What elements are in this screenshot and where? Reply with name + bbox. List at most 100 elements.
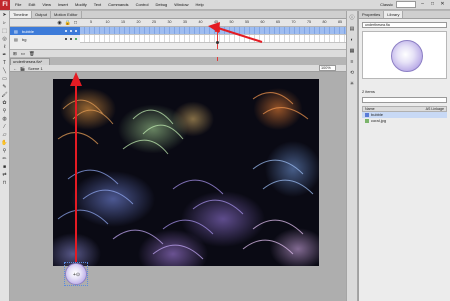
- timeline-panel: Timeline Output Motion Editor ◉ 🔒 □ 5 10 1…: [10, 11, 346, 61]
- eraser-tool-icon[interactable]: ▱: [1, 132, 9, 139]
- new-folder-icon[interactable]: ▭: [21, 51, 25, 57]
- eyedropper-tool-icon[interactable]: ⁄: [1, 124, 9, 131]
- library-preview: [362, 31, 447, 79]
- swap-colors-icon[interactable]: ⇄: [1, 172, 9, 179]
- bitmap-icon: [365, 119, 369, 123]
- menu-help[interactable]: Help: [196, 2, 204, 7]
- scene-label[interactable]: Scene 1: [28, 66, 43, 71]
- selection-tool-icon[interactable]: ➤: [1, 12, 9, 19]
- library-item-name: coral.jpg: [371, 118, 387, 123]
- new-layer-icon[interactable]: ⊞: [13, 51, 17, 57]
- layer-icon: ▤: [14, 36, 18, 42]
- stage-coral-image: [53, 79, 319, 266]
- hand-tool-icon[interactable]: ✋: [1, 140, 9, 147]
- outline-icon[interactable]: □: [74, 20, 77, 26]
- library-item-count: 2 items: [362, 89, 375, 94]
- actions-icon[interactable]: ✳: [348, 80, 356, 88]
- app-logo: Fl: [0, 0, 10, 10]
- library-tabs: Properties Library: [359, 11, 450, 19]
- annotation-arrowhead-up: [70, 72, 82, 86]
- bone-tool-icon[interactable]: ⚲: [1, 108, 9, 115]
- menu-commands[interactable]: Commands: [108, 2, 128, 7]
- brush-tool-icon[interactable]: 🖌: [1, 92, 9, 99]
- zoom-tool-icon[interactable]: ⚲: [1, 148, 9, 155]
- deco-tool-icon[interactable]: ✿: [1, 100, 9, 107]
- ruler-tick: 40: [198, 20, 203, 24]
- stroke-color-icon[interactable]: ✏: [1, 156, 9, 163]
- 3d-rotation-tool-icon[interactable]: ◎: [1, 36, 9, 43]
- rectangle-tool-icon[interactable]: ▭: [1, 76, 9, 83]
- eye-icon[interactable]: ◉: [57, 20, 61, 26]
- tab-timeline[interactable]: Timeline: [10, 11, 32, 18]
- close-button[interactable]: ✕: [439, 1, 446, 8]
- layer-bubble[interactable]: ▤ bubble: [10, 27, 80, 35]
- menu-bar: Fl File Edit View Insert Modify Text Com…: [0, 0, 450, 10]
- ruler-tick: 15: [121, 20, 125, 24]
- menu-control[interactable]: Control: [136, 2, 149, 7]
- fill-color-icon[interactable]: ■: [1, 164, 9, 171]
- panel-dock: ⓘ ▤ ◐ ▦ ≡ ⟲ ✳: [346, 11, 358, 301]
- preview-bubble: [391, 40, 423, 72]
- free-transform-tool-icon[interactable]: ⬚: [1, 28, 9, 35]
- ruler-tick: 65: [276, 20, 280, 24]
- maximize-button[interactable]: □: [429, 1, 436, 8]
- menu-insert[interactable]: Insert: [58, 2, 68, 7]
- scene-icon: 🎬: [20, 65, 25, 71]
- align-icon[interactable]: ≡: [348, 58, 356, 66]
- zoom-select[interactable]: 100%: [319, 65, 336, 71]
- pen-tool-icon[interactable]: ✒: [1, 52, 9, 59]
- back-arrow-icon[interactable]: ←: [13, 66, 17, 71]
- help-search-input[interactable]: [396, 1, 416, 8]
- header-linkage[interactable]: AS Linkage: [426, 107, 444, 111]
- layer-header: ◉ 🔒 □: [10, 19, 80, 27]
- edit-bar: ← 🎬 Scene 1 100%: [10, 65, 346, 72]
- lasso-tool-icon[interactable]: ℓ: [1, 44, 9, 51]
- menu-file[interactable]: File: [15, 2, 21, 7]
- layer-toggles[interactable]: [65, 30, 77, 32]
- workspace-switcher[interactable]: Classic: [380, 2, 393, 7]
- ruler-tick: 35: [183, 20, 187, 24]
- properties-icon[interactable]: ⓘ: [348, 14, 356, 22]
- text-tool-icon[interactable]: T: [1, 60, 9, 67]
- layer-name: bubble: [22, 28, 35, 34]
- menu-edit[interactable]: Edit: [28, 2, 35, 7]
- header-name[interactable]: Name: [365, 107, 375, 111]
- transform-icon[interactable]: ⟲: [348, 69, 356, 77]
- menu-view[interactable]: View: [42, 2, 51, 7]
- timeline-tabs: Timeline Output Motion Editor: [10, 11, 346, 19]
- menu-debug[interactable]: Debug: [155, 2, 167, 7]
- document-tab[interactable]: underthesea.fla*: [10, 58, 50, 65]
- swatches-icon[interactable]: ▦: [348, 47, 356, 55]
- line-tool-icon[interactable]: ╲: [1, 68, 9, 75]
- menu-window[interactable]: Window: [174, 2, 188, 7]
- tab-library[interactable]: Library: [384, 11, 404, 18]
- tab-properties[interactable]: Properties: [359, 11, 385, 18]
- layer-toggles[interactable]: [65, 38, 77, 40]
- library-document-select[interactable]: underthesea.fla: [362, 22, 447, 28]
- library-panel: Properties Library underthesea.fla 2 ite…: [358, 11, 450, 301]
- ruler-tick: 80: [322, 20, 327, 24]
- library-search-input[interactable]: [362, 97, 447, 103]
- menu-modify[interactable]: Modify: [75, 2, 87, 7]
- ruler-tick: 30: [167, 20, 172, 24]
- pencil-tool-icon[interactable]: ✎: [1, 84, 9, 91]
- ruler-tick: 70: [291, 20, 296, 24]
- minimize-button[interactable]: –: [419, 1, 426, 8]
- layer-bg[interactable]: ▤ bg: [10, 35, 80, 43]
- paint-bucket-tool-icon[interactable]: ◍: [1, 116, 9, 123]
- library-item-coral[interactable]: coral.jpg: [362, 118, 447, 124]
- tab-output[interactable]: Output: [32, 11, 51, 18]
- library-icon[interactable]: ▤: [348, 25, 356, 33]
- tab-motion-editor[interactable]: Motion Editor: [51, 11, 82, 18]
- annotation-arrow-vertical: [75, 84, 77, 262]
- ruler-tick: 5: [90, 20, 92, 24]
- registration-point: +⊙: [73, 272, 81, 278]
- snap-icon[interactable]: ⊓: [1, 180, 9, 187]
- color-icon[interactable]: ◐: [348, 36, 356, 44]
- tools-panel: ➤ ▹ ⬚ ◎ ℓ ✒ T ╲ ▭ ✎ 🖌 ✿ ⚲ ◍ ⁄ ▱ ✋ ⚲ ✏ ■ …: [0, 11, 10, 301]
- delete-layer-icon[interactable]: 🗑: [29, 51, 35, 57]
- menu-text[interactable]: Text: [94, 2, 101, 7]
- annotation-arrow-timeline: [208, 22, 263, 43]
- lock-icon[interactable]: 🔒: [65, 20, 71, 26]
- subselection-tool-icon[interactable]: ▹: [1, 20, 9, 27]
